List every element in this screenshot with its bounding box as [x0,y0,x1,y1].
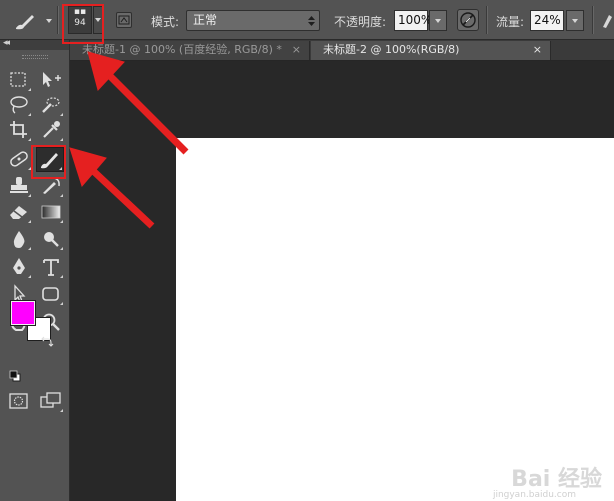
default-colors-button[interactable] [9,370,21,382]
close-icon[interactable]: × [533,41,542,59]
document-tab-label: 未标题-2 @ 100%(RGB/8) [323,43,460,56]
gradient-tool[interactable] [38,200,64,224]
type-tool[interactable] [38,255,64,279]
opacity-dropdown-button[interactable] [429,10,447,31]
rectangle-tool[interactable] [38,282,64,306]
brush-panel-icon [118,15,130,25]
toggle-brush-panel-button[interactable] [116,12,132,28]
document-canvas[interactable]: Bai 经验 jingyan.baidu.com [176,138,614,501]
quick-mask-mode-button[interactable] [6,389,32,413]
dodge-tool[interactable] [38,227,64,251]
brush-tool-preset-icon[interactable] [12,9,52,33]
spot-healing-brush-tool[interactable] [6,147,32,171]
rectangular-marquee-tool[interactable] [6,68,32,92]
close-icon[interactable]: × [292,41,301,59]
move-tool[interactable] [38,68,64,92]
collapse-icon[interactable]: ◂◂ [3,38,10,48]
up-down-arrows-icon [308,16,315,26]
screen-mode-button[interactable] [38,389,64,413]
eyedropper-tool[interactable] [38,118,64,142]
blur-tool[interactable] [6,227,32,251]
chevron-down-icon [572,19,578,23]
foreground-color-swatch[interactable] [10,300,36,326]
lasso-tool[interactable] [6,93,32,117]
mode-select[interactable]: 正常 [186,10,320,31]
airbrush-icon [603,15,612,28]
document-tab-label: 未标题-1 @ 100% (百度经验, RGB/8) * [82,43,282,56]
crop-tool[interactable] [6,118,32,142]
annotation-highlight-box [31,145,66,179]
eraser-tool[interactable] [6,200,32,224]
mode-label: 模式: [151,15,180,29]
airbrush-button[interactable] [600,9,614,31]
flow-label: 流量: [496,15,525,29]
panel-grip[interactable] [22,55,48,59]
chevron-down-icon [46,19,52,23]
document-workspace: Bai 经验 jingyan.baidu.com [70,61,614,501]
watermark-logo: Bai 经验 [511,467,602,492]
mode-value: 正常 [193,13,218,27]
chevron-down-icon [435,19,441,23]
flow-input[interactable]: 24% [530,10,564,31]
pen-tool[interactable] [6,255,32,279]
default-colors-icon [9,370,21,382]
annotation-highlight-box [62,4,104,44]
quick-mask-icon [9,393,28,409]
divider [57,6,59,34]
document-tab-2[interactable]: 未标题-2 @ 100%(RGB/8) × [311,41,551,60]
divider [486,6,488,34]
document-tab-1[interactable]: 未标题-1 @ 100% (百度经验, RGB/8) * × [70,41,310,60]
tools-panel-header[interactable]: ◂◂ [0,38,69,50]
clone-stamp-tool[interactable] [6,174,32,198]
quick-selection-tool[interactable] [38,93,64,117]
pressure-opacity-button[interactable] [457,9,479,31]
move-icon [43,72,61,87]
swap-colors-button[interactable] [40,336,54,348]
swap-arrows-icon [41,336,54,347]
opacity-label: 不透明度: [334,15,387,29]
tablet-pressure-icon [460,12,476,28]
flow-dropdown-button[interactable] [566,10,584,31]
watermark-url: jingyan.baidu.com [492,490,576,500]
document-tab-bar: 未标题-1 @ 100% (百度经验, RGB/8) * × 未标题-2 @ 1… [70,40,614,61]
opacity-input[interactable]: 100% [394,10,432,31]
divider [592,6,594,34]
